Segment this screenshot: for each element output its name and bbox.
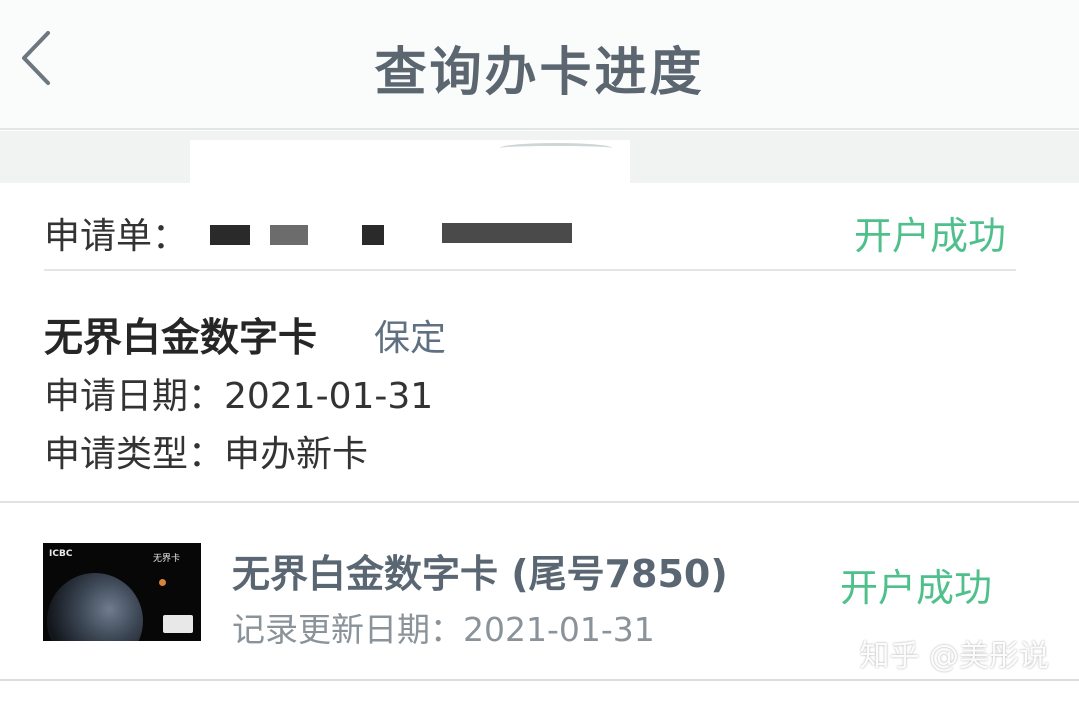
- application-status: 开户成功: [854, 214, 1007, 258]
- divider-arc: [500, 143, 612, 153]
- application-type: 申请类型：申办新卡: [44, 434, 369, 475]
- record-update-date: 记录更新日期：2021-01-31: [232, 610, 655, 649]
- card-name-with-tail: 无界白金数字卡 (尾号7850): [232, 552, 728, 596]
- nav-header: 查询办卡进度: [0, 0, 1079, 130]
- card-status: 开户成功: [840, 566, 993, 610]
- application-number-row: 申请单： 开户成功: [44, 183, 1016, 271]
- card-location-tag: 保定: [374, 318, 447, 359]
- page-title: 查询办卡进度: [374, 43, 705, 103]
- application-number-label: 申请单：: [44, 216, 189, 257]
- redacted-number: [362, 225, 384, 245]
- watermark: 知乎 @美彤说: [859, 639, 1049, 674]
- card-thumbnail: ICBC 无界卡: [43, 543, 201, 641]
- card-art-planet: [47, 573, 143, 641]
- card-thumbnail-brand: ICBC: [49, 549, 73, 559]
- card-product-name: 无界白金数字卡: [44, 316, 318, 361]
- application-card[interactable]: 申请单： 开户成功 无界白金数字卡 保定 申请日期：2021-01-31 申请类…: [0, 183, 1079, 503]
- redacted-number: [442, 223, 572, 243]
- card-art-star: [159, 579, 166, 586]
- application-date: 申请日期：2021-01-31: [44, 376, 434, 417]
- redacted-number: [210, 225, 250, 245]
- redacted-number: [270, 225, 308, 245]
- card-chip: [163, 615, 193, 633]
- card-thumbnail-name: 无界卡: [153, 554, 181, 564]
